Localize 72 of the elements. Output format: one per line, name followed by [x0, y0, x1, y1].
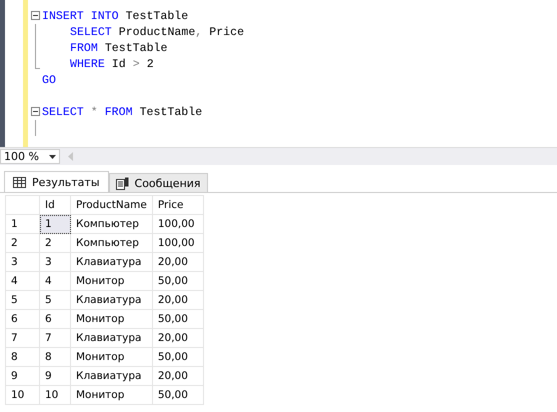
code-token: WHERE	[70, 58, 105, 70]
table-cell: Клавиатура	[70, 328, 152, 348]
table-cell: 100,00	[152, 214, 204, 234]
caret-icon	[49, 154, 56, 158]
zoom-dropdown[interactable]: 100 %	[0, 149, 60, 164]
corner-cell	[6, 196, 40, 214]
code-token: Id	[112, 58, 126, 70]
column-header[interactable]: Price	[152, 196, 204, 214]
row-number[interactable]: 3	[6, 252, 40, 272]
code-token: GO	[42, 74, 56, 86]
table-cell: 6	[40, 310, 70, 328]
code-token: TestTable	[140, 106, 202, 118]
table-cell: 7	[40, 328, 70, 348]
code-token: *	[90, 106, 98, 118]
table-cell: 9	[40, 366, 70, 386]
table-cell: 10	[40, 386, 70, 404]
table-cell: 50,00	[152, 348, 204, 366]
code-token: SELECT	[70, 26, 112, 38]
results-grid[interactable]	[5, 195, 204, 405]
code-token: SELECT	[42, 106, 84, 118]
row-number[interactable]: 4	[6, 272, 40, 290]
table-cell: 3	[40, 252, 70, 272]
code-token: >	[132, 58, 140, 70]
table-cell: Клавиатура	[70, 366, 152, 386]
code-token: TestTable	[104, 42, 168, 54]
row-number[interactable]: 9	[6, 366, 40, 386]
code-token: INSERT	[42, 10, 84, 22]
table-cell: Монитор	[70, 272, 152, 290]
table-cell: Клавиатура	[70, 290, 152, 310]
document-icon	[116, 176, 129, 190]
row-number[interactable]: 1	[6, 214, 40, 234]
table-cell: 8	[40, 348, 70, 366]
code-token: FROM	[104, 106, 133, 118]
table-cell: 50,00	[152, 272, 204, 290]
code-token: FROM	[70, 42, 98, 54]
grid-icon	[13, 176, 26, 188]
table-cell: 20,00	[152, 290, 204, 310]
results-tab[interactable]: Сообщения	[108, 173, 208, 192]
code-token: TestTable	[126, 10, 188, 22]
collapse-icon[interactable]	[30, 11, 40, 20]
table-cell: Монитор	[70, 386, 152, 404]
column-header[interactable]: ProductName	[70, 196, 152, 214]
code-token: ProductName	[118, 26, 196, 38]
table-cell: 50,00	[152, 386, 204, 404]
code-token: INTO	[90, 10, 119, 22]
row-number[interactable]: 6	[6, 310, 40, 328]
table-cell: Монитор	[70, 310, 152, 328]
table-cell: Клавиатура	[70, 252, 152, 272]
row-number[interactable]: 10	[6, 386, 40, 404]
table-cell: Компьютер	[70, 234, 152, 252]
table-cell: 100,00	[152, 234, 204, 252]
table-cell: 2	[40, 234, 70, 252]
row-number[interactable]: 2	[6, 234, 40, 252]
table-cell: 20,00	[152, 252, 204, 272]
row-number[interactable]: 5	[6, 290, 40, 310]
results-tab[interactable]: Результаты	[4, 171, 109, 192]
table-cell: 20,00	[152, 328, 204, 348]
fold-line	[34, 120, 36, 136]
table-cell: 5	[40, 290, 70, 310]
table-cell: 4	[40, 272, 70, 290]
table-cell: 20,00	[152, 366, 204, 386]
row-number[interactable]: 8	[6, 348, 40, 366]
table-cell: Монитор	[70, 348, 152, 366]
table-cell: 50,00	[152, 310, 204, 328]
table-cell: Компьютер	[70, 214, 152, 234]
column-header[interactable]: Id	[40, 196, 70, 214]
code-token: Price	[209, 26, 244, 38]
code-token: 2	[146, 58, 154, 70]
table-cell: 1	[40, 214, 70, 234]
code-token: ,	[195, 26, 202, 38]
row-number[interactable]: 7	[6, 328, 40, 348]
collapse-icon[interactable]	[30, 107, 40, 116]
